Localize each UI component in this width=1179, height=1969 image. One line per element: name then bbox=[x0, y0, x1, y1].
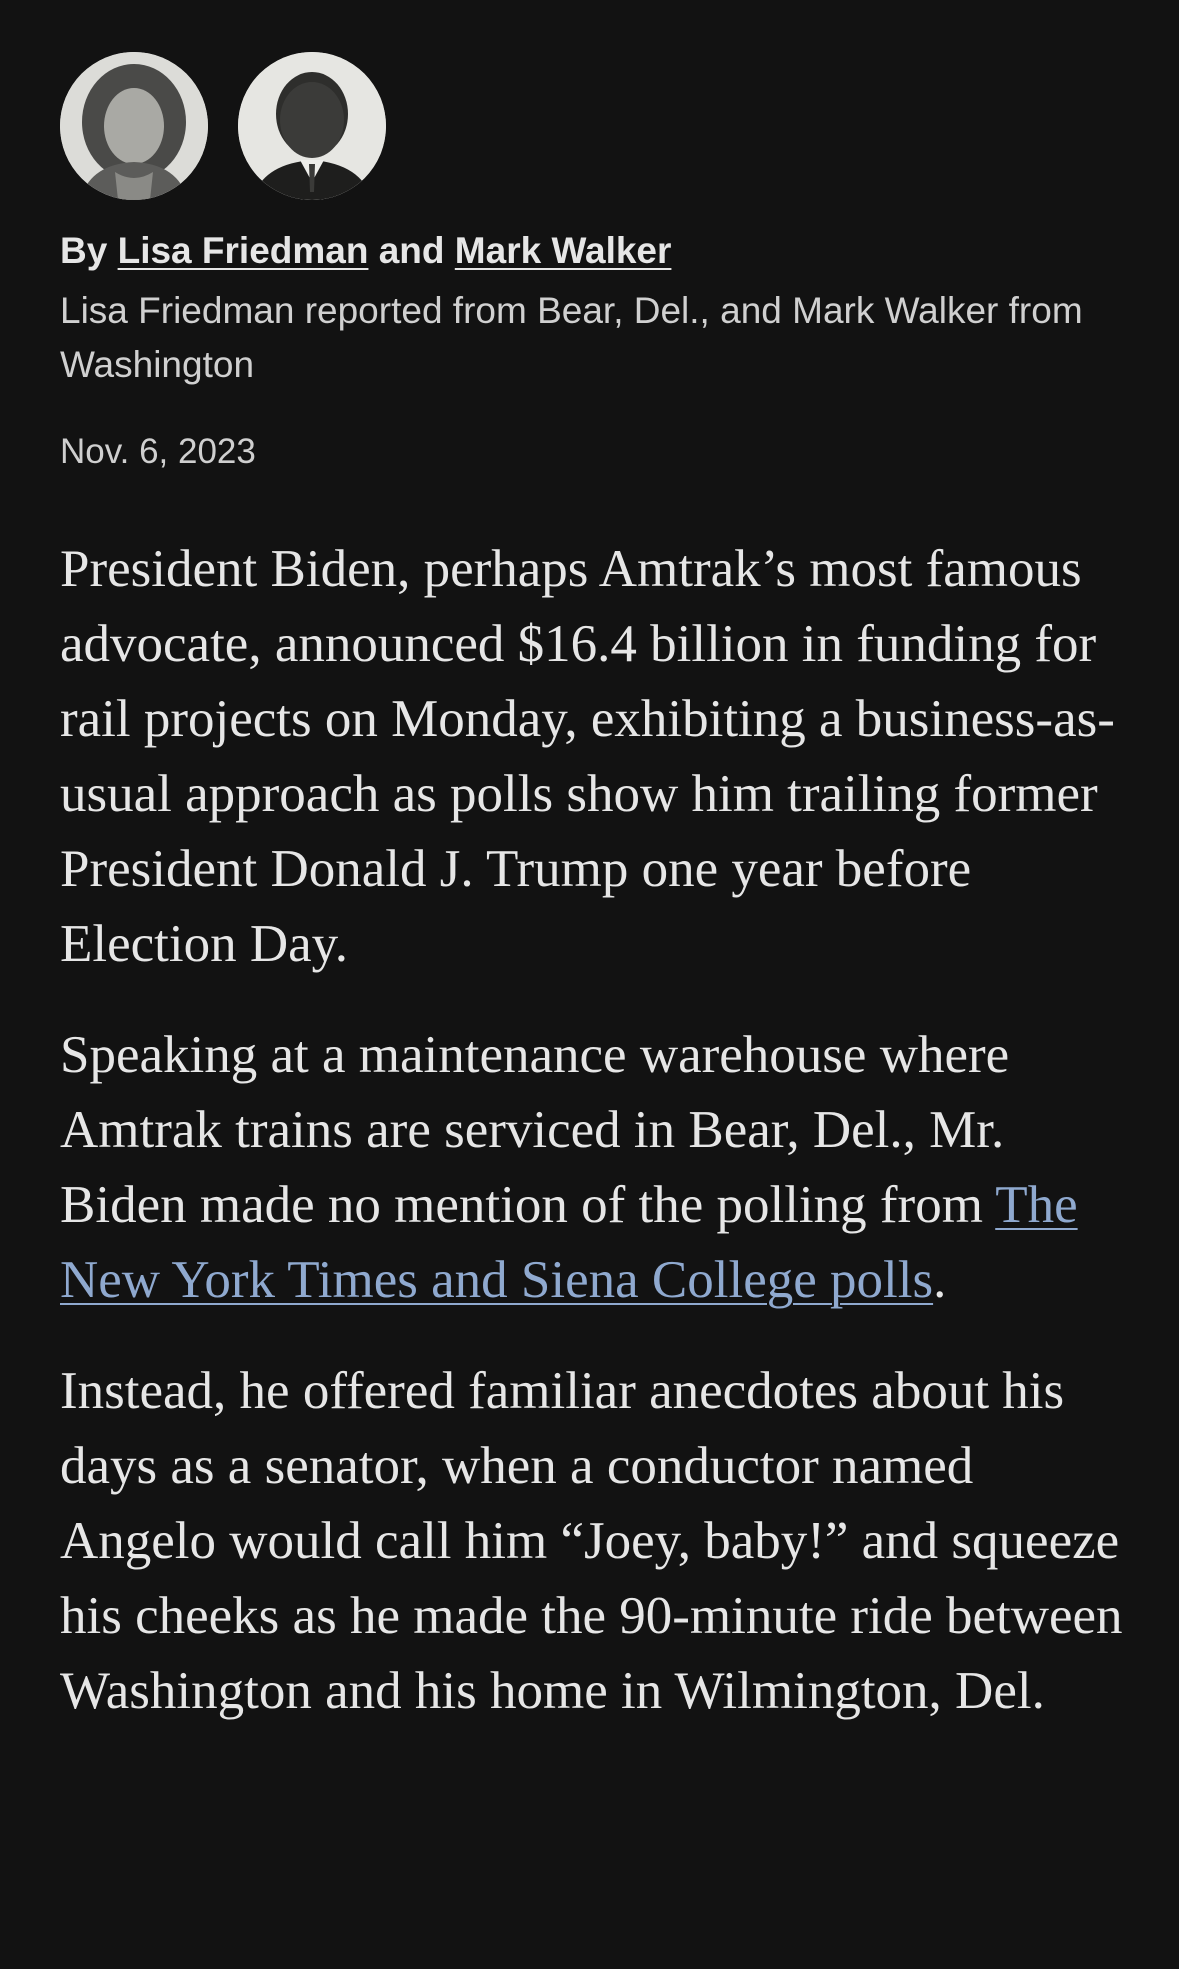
avatar-author-1[interactable] bbox=[60, 52, 208, 200]
author-1-photo bbox=[60, 52, 208, 200]
article-body: President Biden, perhaps Amtrak’s most f… bbox=[60, 532, 1130, 1765]
author-link-mark-walker[interactable]: Mark Walker bbox=[455, 230, 672, 271]
paragraph-2: Speaking at a maintenance warehouse wher… bbox=[60, 1018, 1130, 1318]
paragraph-2-end: . bbox=[933, 1251, 947, 1309]
paragraph-2-text: Speaking at a maintenance warehouse wher… bbox=[60, 1026, 1010, 1234]
byline-conjunction: and bbox=[378, 230, 445, 271]
paragraph-3: Instead, he offered familiar anecdotes a… bbox=[60, 1362, 1123, 1720]
avatar-author-2[interactable] bbox=[238, 52, 386, 200]
byline-prefix: By bbox=[60, 230, 108, 271]
byline: By Lisa Friedman and Mark Walker bbox=[60, 226, 671, 276]
author-2-photo bbox=[238, 52, 386, 200]
reporting-locations: Lisa Friedman reported from Bear, Del., … bbox=[60, 290, 1083, 385]
publish-date: Nov. 6, 2023 bbox=[60, 432, 256, 471]
author-link-lisa-friedman[interactable]: Lisa Friedman bbox=[118, 230, 369, 271]
author-avatars bbox=[60, 52, 386, 200]
paragraph-1: President Biden, perhaps Amtrak’s most f… bbox=[60, 540, 1115, 973]
